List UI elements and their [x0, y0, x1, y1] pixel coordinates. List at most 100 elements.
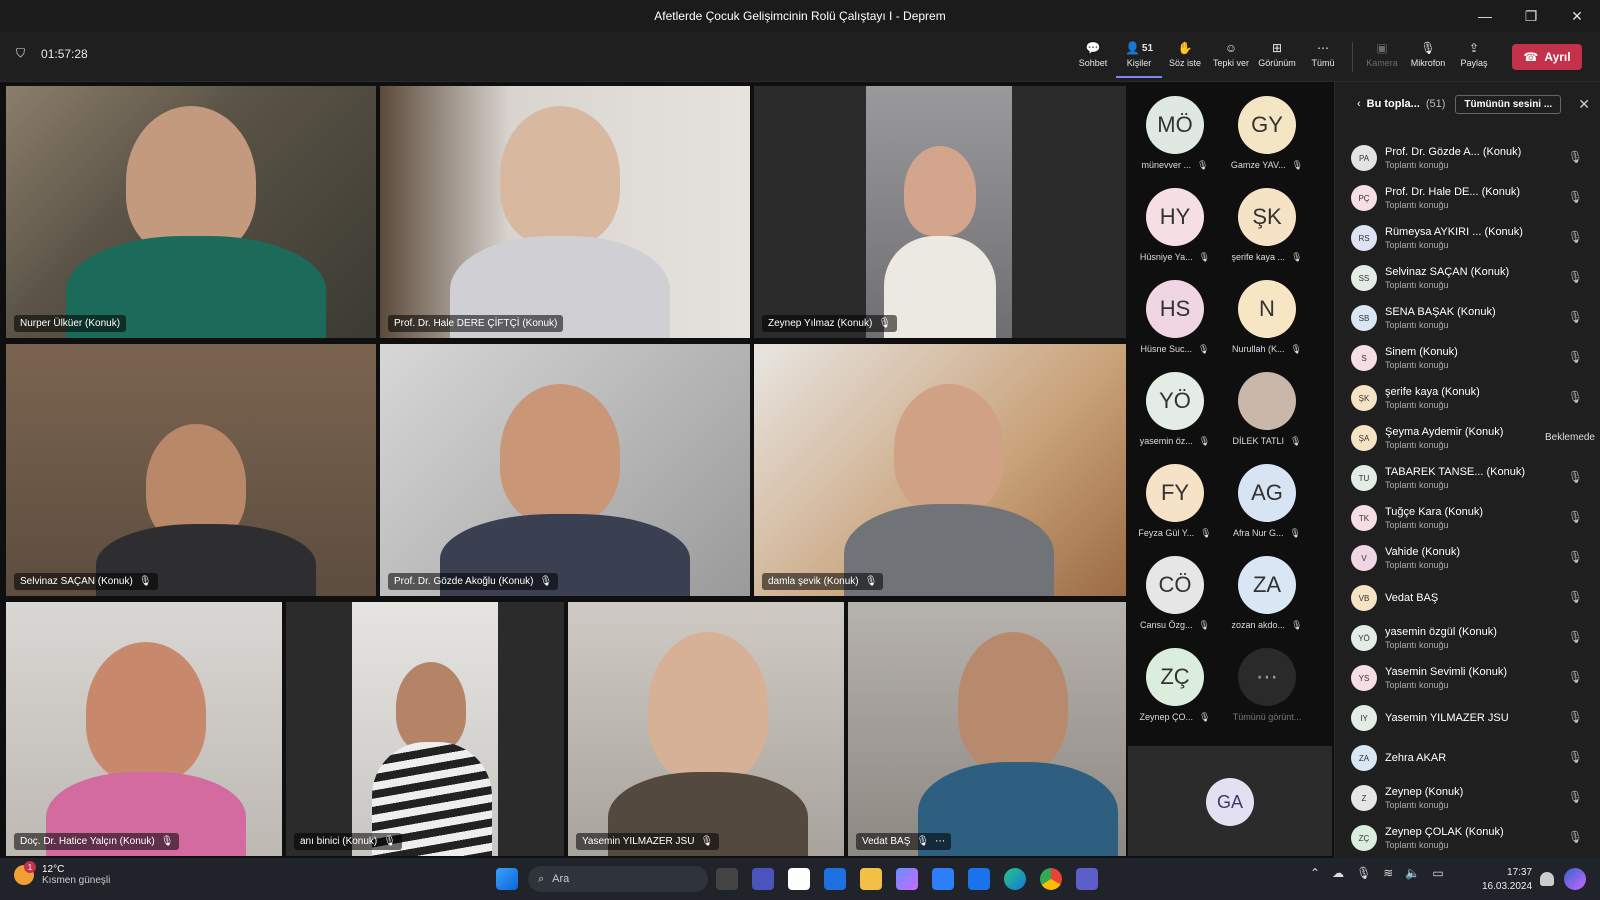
mic-off-icon[interactable]: 🎙 [1568, 230, 1583, 244]
bell-icon[interactable] [1540, 872, 1554, 886]
participant-row[interactable]: V Vahide (Konuk) Toplantı konuğu 🎙 [1335, 538, 1600, 578]
mic-off-icon[interactable]: 🎙 [1568, 670, 1583, 684]
video-tile[interactable]: Selvinaz SAÇAN (Konuk) 🎙 [6, 344, 376, 596]
mic-off-icon[interactable]: 🎙 [1568, 470, 1583, 484]
gallery-participant[interactable]: GY Gamze YAV... 🎙 [1222, 84, 1312, 174]
video-tile[interactable]: Zeynep Yılmaz (Konuk) 🎙 [754, 86, 1126, 338]
mic-off-icon[interactable]: 🎙 [1356, 866, 1371, 880]
participant-row[interactable]: SB SENA BAŞAK (Konuk) Toplantı konuğu 🎙 [1335, 298, 1600, 338]
participant-row[interactable]: YS Yasemin Sevimli (Konuk) Toplantı konuğu… [1335, 658, 1600, 698]
mic-off-icon[interactable]: 🎙 [1568, 510, 1583, 524]
teams-icon[interactable] [752, 868, 774, 890]
speaker-icon[interactable]: 🔈 [1405, 866, 1420, 880]
participant-row[interactable]: ZA Zehra AKAR 🎙 [1335, 738, 1600, 778]
raise-hand-button[interactable]: ✋ Söz iste [1162, 38, 1208, 78]
mic-off-icon[interactable]: 🎙 [1568, 150, 1583, 164]
participant-row[interactable]: PA Prof. Dr. Gözde A... (Konuk) Toplantı k… [1335, 138, 1600, 178]
participant-row[interactable]: SS Selvinaz SAÇAN (Konuk) Toplantı konuğu 🎙 [1335, 258, 1600, 298]
mic-off-icon[interactable]: 🎙 [1568, 390, 1583, 404]
mic-off-icon[interactable]: 🎙 [1568, 790, 1583, 804]
participant-row[interactable]: ZÇ Zeynep ÇOLAK (Konuk) Toplantı konuğu 🎙 [1335, 818, 1600, 858]
cloud-icon[interactable]: ☁ [1332, 866, 1344, 880]
camera-button[interactable]: ▣ Kamera [1359, 38, 1405, 78]
leave-button[interactable]: ☎ Ayrıl [1512, 44, 1582, 70]
mic-off-icon[interactable]: 🎙 [1568, 310, 1583, 324]
dropbox-icon[interactable] [824, 868, 846, 890]
video-tile[interactable]: Vedat BAŞ 🎙 ⋯ [848, 602, 1126, 856]
video-tile[interactable]: Prof. Dr. Gözde Akoğlu (Konuk) 🎙 [380, 344, 750, 596]
participant-row[interactable]: PÇ Prof. Dr. Hale DE... (Konuk) Toplantı k… [1335, 178, 1600, 218]
restore-icon[interactable]: ❐ [1508, 0, 1554, 32]
gallery-participant[interactable]: N Nurullah (K... 🎙 [1222, 268, 1312, 358]
teams-active-icon[interactable] [1076, 868, 1098, 890]
video-tile[interactable]: Yasemin YILMAZER JSU 🎙 [568, 602, 844, 856]
mute-all-button[interactable]: Tümünün sesini ... [1455, 94, 1562, 114]
gallery-participant[interactable]: AG Afra Nur G... 🎙 [1222, 452, 1312, 542]
weather-widget[interactable]: 1 12°C Kısmen güneşli [14, 861, 110, 886]
mic-off-icon[interactable]: 🎙 [1568, 710, 1583, 724]
folder-icon[interactable] [860, 868, 882, 890]
participant-row[interactable]: TU TABAREK TANSE... (Konuk) Toplantı konuğ… [1335, 458, 1600, 498]
stage-avatar-tile[interactable]: GA [1128, 746, 1332, 856]
back-icon[interactable]: ‹ [1357, 98, 1361, 110]
battery-icon[interactable]: ▭ [1432, 866, 1443, 880]
minimize-icon[interactable]: — [1462, 0, 1508, 32]
gallery-participant[interactable]: MÖ münevver ... 🎙 [1130, 84, 1220, 174]
mic-button[interactable]: 🎙 Mikrofon [1405, 38, 1451, 78]
participant-row[interactable]: Z Zeynep (Konuk) Toplantı konuğu 🎙 [1335, 778, 1600, 818]
more-icon[interactable]: ⋯ [935, 836, 945, 847]
copilot-icon[interactable] [896, 868, 918, 890]
start-icon[interactable] [496, 868, 518, 890]
gallery-participant[interactable]: ⋯ Tümünü görünt... [1222, 636, 1312, 726]
mic-off-icon[interactable]: 🎙 [1568, 550, 1583, 564]
video-tile[interactable]: Doç. Dr. Hatice Yalçın (Konuk) 🎙 [6, 602, 282, 856]
gallery-participant[interactable]: YÖ yasemin öz... 🎙 [1130, 360, 1220, 450]
close-icon[interactable]: ✕ [1554, 0, 1600, 32]
mic-off-icon[interactable]: 🎙 [1568, 270, 1583, 284]
more-button[interactable]: ⋯ Tümü [1300, 38, 1346, 78]
gallery-participant[interactable]: HY Hüsniye Ya... 🎙 [1130, 176, 1220, 266]
participant-row[interactable]: S Sinem (Konuk) Toplantı konuğu 🎙 [1335, 338, 1600, 378]
taskbar-search[interactable]: ⌕ Ara [528, 866, 708, 892]
gallery-participant[interactable]: ZÇ Zeynep ÇO... 🎙 [1130, 636, 1220, 726]
participant-row[interactable]: RS Rümeysa AYKIRI ... (Konuk) Toplantı kon… [1335, 218, 1600, 258]
amazon-icon[interactable] [788, 868, 810, 890]
copilot-tray-icon[interactable] [1564, 868, 1586, 890]
react-button[interactable]: ☺ Tepki ver [1208, 38, 1254, 78]
mic-off-icon[interactable]: 🎙 [1568, 590, 1583, 604]
wifi-icon[interactable]: ≋ [1383, 866, 1393, 880]
mic-off-icon[interactable]: 🎙 [1568, 750, 1583, 764]
participant-row[interactable]: IY Yasemin YILMAZER JSU 🎙 [1335, 698, 1600, 738]
task-view-icon[interactable] [716, 868, 738, 890]
gallery-participant[interactable]: FY Feyza Gül Y... 🎙 [1130, 452, 1220, 542]
participant-row[interactable]: YÖ yasemin özgül (Konuk) Toplantı konuğu 🎙 [1335, 618, 1600, 658]
people-button[interactable]: 👤 51 Kişiler [1116, 38, 1162, 78]
mail-icon[interactable] [968, 868, 990, 890]
video-tile[interactable]: Nurper Ülküer (Konuk) [6, 86, 376, 338]
share-button[interactable]: ⇪ Paylaş [1451, 38, 1497, 78]
edge-icon[interactable] [1004, 868, 1026, 890]
view-button[interactable]: ⊞ Görünüm [1254, 38, 1300, 78]
gallery-participant[interactable]: HS Hüsne Suc... 🎙 [1130, 268, 1220, 358]
video-tile[interactable]: anı binici (Konuk) 🎙 [286, 602, 564, 856]
participant-row[interactable]: ŞK şerife kaya (Konuk) Toplantı konuğu 🎙 [1335, 378, 1600, 418]
mic-off-icon[interactable]: 🎙 [1568, 630, 1583, 644]
store-icon[interactable] [932, 868, 954, 890]
video-tile[interactable]: damla şevik (Konuk) 🎙 [754, 344, 1126, 596]
mic-off-icon[interactable]: 🎙 [1568, 350, 1583, 364]
participant-row[interactable]: VB Vedat BAŞ 🎙 [1335, 578, 1600, 618]
gallery-participant[interactable]: ZA zozan akdo... 🎙 [1222, 544, 1312, 634]
gallery-participant[interactable]: ŞK şerife kaya ... 🎙 [1222, 176, 1312, 266]
gallery-participant[interactable]: DİLEK TATLI 🎙 [1222, 360, 1312, 450]
video-tile[interactable]: Prof. Dr. Hale DERE ÇİFTÇİ (Konuk) [380, 86, 750, 338]
taskbar-clock[interactable]: 17:37 16.03.2024 [1482, 866, 1532, 894]
gallery-participant[interactable]: CÖ Cansu Özg... 🎙 [1130, 544, 1220, 634]
chevron-up-icon[interactable]: ⌃ [1310, 866, 1320, 880]
participant-row[interactable]: ŞA Şeyma Aydemir (Konuk) Toplantı konuğu Be… [1335, 418, 1600, 458]
chrome-icon[interactable] [1040, 868, 1062, 890]
mic-off-icon[interactable]: 🎙 [1568, 830, 1583, 844]
chat-button[interactable]: 💬 Sohbet [1070, 38, 1116, 78]
participant-row[interactable]: TK Tuğçe Kara (Konuk) Toplantı konuğu 🎙 [1335, 498, 1600, 538]
mic-icon[interactable]: 🎙 [1568, 190, 1583, 204]
close-icon[interactable]: ✕ [1578, 96, 1590, 113]
